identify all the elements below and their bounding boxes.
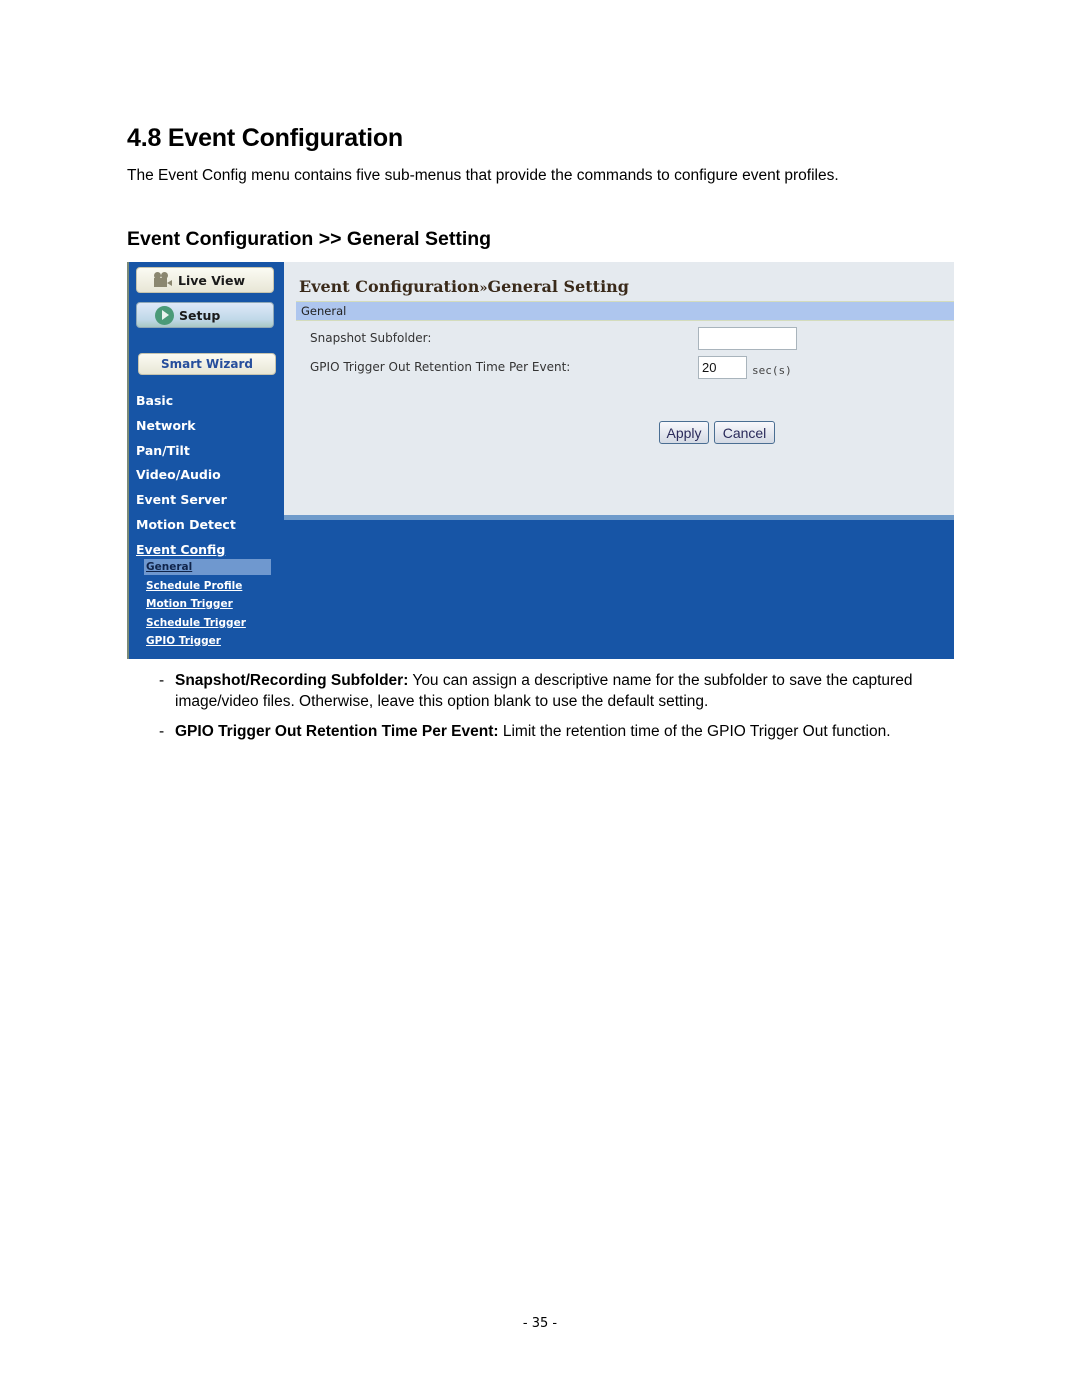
note-snapshot-subfolder: - Snapshot/Recording Subfolder: You can … bbox=[159, 670, 949, 712]
panel-bottom-border bbox=[284, 515, 954, 520]
note-term: Snapshot/Recording Subfolder: bbox=[175, 672, 409, 689]
sidebar-item-event-server[interactable]: Event Server bbox=[136, 492, 227, 507]
setup-label: Setup bbox=[179, 307, 221, 323]
bullet-dash: - bbox=[159, 723, 165, 740]
setup-arrow-icon bbox=[155, 305, 174, 325]
note-text: Limit the retention time of the GPIO Tri… bbox=[498, 723, 891, 740]
submenu-general[interactable]: General bbox=[144, 559, 271, 575]
sidebar-item-network[interactable]: Network bbox=[136, 418, 196, 433]
submenu-schedule-trigger[interactable]: Schedule Trigger bbox=[144, 615, 271, 631]
intro-paragraph: The Event Config menu contains five sub-… bbox=[127, 167, 839, 184]
panel-title-page: General Setting bbox=[487, 277, 629, 296]
panel-title: Event Configuration»General Setting bbox=[299, 277, 629, 296]
snapshot-subfolder-input[interactable] bbox=[698, 327, 797, 350]
gpio-retention-unit: sec(s) bbox=[752, 364, 792, 377]
apply-button[interactable]: Apply bbox=[659, 421, 709, 444]
ui-screenshot: Live View Setup Smart Wizard Basic Netwo… bbox=[127, 262, 954, 659]
gpio-retention-label: GPIO Trigger Out Retention Time Per Even… bbox=[310, 360, 571, 374]
live-view-label: Live View bbox=[178, 272, 245, 288]
smart-wizard-button[interactable]: Smart Wizard bbox=[138, 353, 276, 375]
settings-panel: Event Configuration»General Setting Gene… bbox=[284, 262, 954, 515]
page-number: - 35 - bbox=[522, 1316, 558, 1331]
submenu-schedule-profile[interactable]: Schedule Profile bbox=[144, 578, 271, 594]
section-heading: 4.8 Event Configuration bbox=[127, 124, 403, 152]
sidebar-item-video-audio[interactable]: Video/Audio bbox=[136, 467, 221, 482]
gpio-retention-input[interactable] bbox=[698, 356, 747, 379]
snapshot-subfolder-label: Snapshot Subfolder: bbox=[310, 331, 432, 345]
panel-title-section: Event Configuration bbox=[299, 277, 480, 296]
bullet-dash: - bbox=[159, 672, 165, 689]
sidebar-item-event-config[interactable]: Event Config bbox=[136, 542, 225, 557]
submenu-motion-trigger[interactable]: Motion Trigger bbox=[144, 596, 271, 612]
section-label: General bbox=[301, 304, 347, 318]
note-gpio-retention: - GPIO Trigger Out Retention Time Per Ev… bbox=[159, 721, 949, 742]
setup-button[interactable]: Setup bbox=[136, 302, 274, 328]
sidebar: Live View Setup Smart Wizard Basic Netwo… bbox=[127, 262, 284, 659]
note-term: GPIO Trigger Out Retention Time Per Even… bbox=[175, 723, 499, 740]
sidebar-item-motion-detect[interactable]: Motion Detect bbox=[136, 517, 236, 532]
submenu-gpio-trigger[interactable]: GPIO Trigger bbox=[144, 633, 271, 649]
sidebar-item-pan-tilt[interactable]: Pan/Tilt bbox=[136, 443, 190, 458]
subsection-heading: Event Configuration >> General Setting bbox=[127, 228, 492, 250]
section-header: General bbox=[296, 301, 954, 321]
sidebar-item-basic[interactable]: Basic bbox=[136, 393, 173, 408]
live-view-button[interactable]: Live View bbox=[136, 267, 274, 293]
video-camera-icon bbox=[153, 272, 173, 288]
cancel-button[interactable]: Cancel bbox=[714, 421, 775, 444]
